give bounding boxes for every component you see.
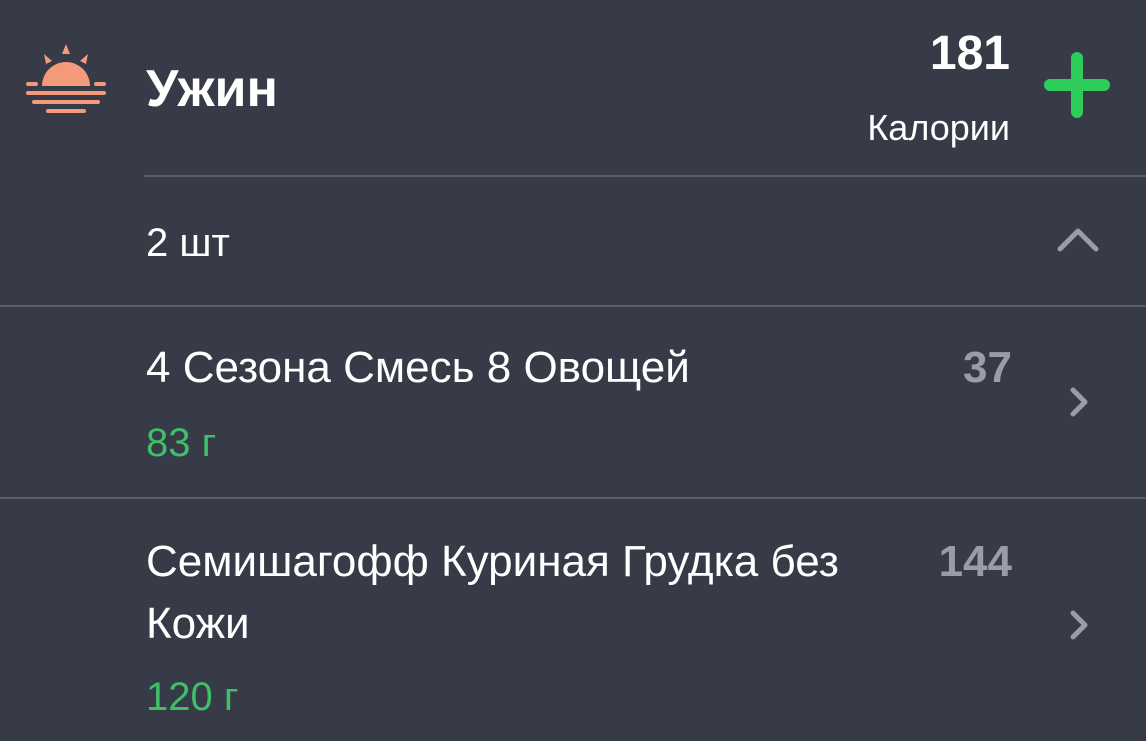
food-item-name: 4 Сезона Смесь 8 Овощей bbox=[146, 343, 690, 392]
food-item-weight: 120 г bbox=[146, 675, 239, 719]
items-count: 2 шт bbox=[146, 221, 230, 265]
sunset-icon bbox=[26, 44, 106, 113]
add-food-button[interactable] bbox=[1040, 48, 1114, 122]
chevron-right-icon bbox=[1070, 387, 1088, 417]
chevron-up-icon bbox=[1057, 228, 1099, 252]
meal-title: Ужин bbox=[146, 60, 278, 118]
items-summary-toggle[interactable]: 2 шт bbox=[0, 177, 1146, 305]
food-item-row[interactable]: 4 Сезона Смесь 8 Овощей 37 83 г bbox=[0, 307, 1146, 497]
meal-calories-value: 181 bbox=[929, 27, 1010, 80]
food-item-name: Семишагофф Куриная Грудка без Кожи bbox=[146, 537, 839, 648]
food-item-row[interactable]: Семишагофф Куриная Грудка без Кожи 144 1… bbox=[0, 499, 1146, 741]
chevron-right-icon bbox=[1070, 610, 1088, 640]
meal-header: Ужин 181 Калории bbox=[0, 0, 1146, 176]
plus-icon bbox=[1044, 52, 1110, 118]
food-item-calories: 144 bbox=[938, 537, 1012, 586]
meal-calories-label: Калории bbox=[867, 107, 1010, 148]
food-item-calories: 37 bbox=[963, 343, 1012, 392]
meal-card: Ужин 181 Калории 2 шт 4 Сезона Смесь 8 О… bbox=[0, 0, 1146, 741]
food-item-weight: 83 г bbox=[146, 421, 217, 465]
